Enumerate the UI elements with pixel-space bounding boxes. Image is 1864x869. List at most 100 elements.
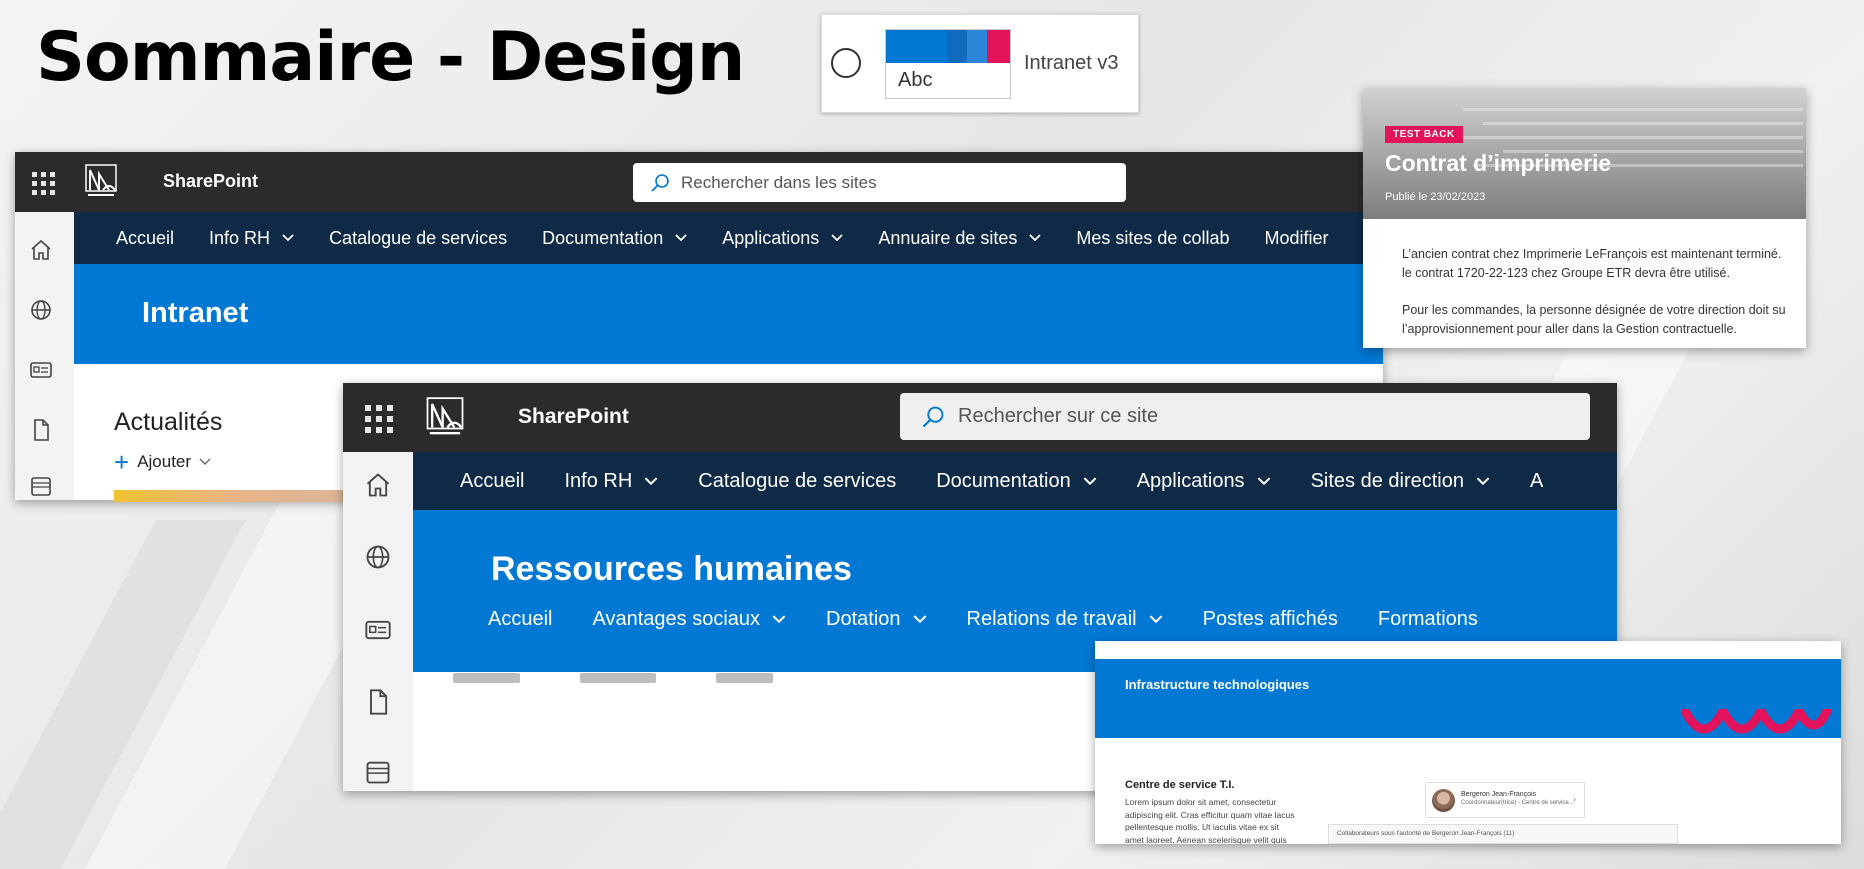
chevron-down-icon xyxy=(1257,476,1270,485)
nav-label: Accueil xyxy=(460,469,525,492)
site-nav-item-accueil[interactable]: Accueil xyxy=(488,608,552,631)
person-name: Bergeron Jean-François xyxy=(1461,791,1537,798)
home-icon[interactable] xyxy=(364,471,392,499)
nav-item-truncated[interactable]: A xyxy=(1530,470,1543,493)
nav-item-catalogue[interactable]: Catalogue de services xyxy=(698,470,896,493)
suite-header: SharePoint Rechercher sur ce site xyxy=(343,383,1617,452)
nav-item-applications[interactable]: Applications xyxy=(722,228,843,249)
search-box[interactable]: Rechercher sur ce site xyxy=(900,393,1590,440)
radio-button[interactable] xyxy=(831,48,861,78)
suite-header: SharePoint Rechercher dans les sites xyxy=(15,152,1383,212)
add-news-label: Ajouter xyxy=(137,452,192,471)
section-text: Lorem ipsum dolor sit amet, consectetur … xyxy=(1125,797,1295,844)
brand-name[interactable]: SharePoint xyxy=(163,171,258,192)
site-nav-item-avantages[interactable]: Avantages sociaux xyxy=(592,608,786,631)
chevron-down-icon xyxy=(831,234,843,242)
news-paragraph: l’approvisionnement pour aller dans la G… xyxy=(1402,322,1737,336)
site-nav-label: Relations de travail xyxy=(966,608,1137,630)
slide-title: Sommaire - Design xyxy=(36,18,745,97)
chevron-down-icon xyxy=(1149,615,1162,624)
chevron-down-icon xyxy=(1476,476,1490,485)
file-icon[interactable] xyxy=(364,688,392,716)
nav-label: Catalogue de services xyxy=(698,469,897,492)
theme-name: Intranet v3 xyxy=(1024,52,1119,74)
theme-option[interactable]: Abc Intranet v3 xyxy=(821,14,1139,113)
site-nav-item-postes[interactable]: Postes affichés xyxy=(1203,608,1338,631)
city-logo-icon[interactable] xyxy=(85,164,117,205)
chevron-down-icon xyxy=(1083,476,1097,485)
site-title[interactable]: Ressources humaines xyxy=(491,550,852,589)
command-bar-partial xyxy=(453,673,773,685)
app-launcher-icon[interactable] xyxy=(32,172,55,195)
add-news-button[interactable]: + Ajouter xyxy=(114,447,211,477)
site-navigation: Accueil Avantages sociaux Dotation Relat… xyxy=(488,608,1518,631)
nav-label: Mes sites de collab xyxy=(1076,227,1230,248)
news-title: Contrat d’imprimerie xyxy=(1385,150,1612,176)
nav-item-documentation[interactable]: Documentation xyxy=(542,228,687,249)
app-launcher-icon[interactable] xyxy=(365,405,393,433)
chevron-down-icon xyxy=(675,234,687,242)
theme-color-swatch xyxy=(886,30,947,63)
chevron-down-icon xyxy=(282,234,294,242)
chevron-down-icon xyxy=(644,476,658,485)
news-icon[interactable] xyxy=(364,616,392,644)
chevron-down-icon xyxy=(1029,234,1042,242)
news-icon[interactable] xyxy=(29,358,53,382)
search-box[interactable]: Rechercher dans les sites xyxy=(633,163,1126,202)
nav-label: Modifier xyxy=(1264,227,1329,248)
globe-icon[interactable] xyxy=(364,543,392,571)
file-icon[interactable] xyxy=(29,418,53,442)
site-nav-item-relations[interactable]: Relations de travail xyxy=(967,608,1163,631)
nav-item-catalogue[interactable]: Catalogue de services xyxy=(329,228,507,249)
nav-label: Documentation xyxy=(936,469,1071,492)
section-title: Centre de service T.I. xyxy=(1125,779,1235,791)
site-title[interactable]: Infrastructure technologiques xyxy=(1125,677,1309,692)
nav-item-applications[interactable]: Applications xyxy=(1137,470,1271,493)
site-header: Infrastructure technologiques xyxy=(1095,641,1841,738)
search-placeholder: Rechercher dans les sites xyxy=(681,172,877,192)
search-placeholder: Rechercher sur ce site xyxy=(958,405,1159,427)
nav-label: Sites de direction xyxy=(1310,469,1464,492)
news-article-screenshot: TEST BACK Contrat d’imprimerie Publié le… xyxy=(1363,88,1806,348)
home-icon[interactable] xyxy=(29,238,53,262)
nav-item-documentation[interactable]: Documentation xyxy=(936,470,1097,493)
nav-item-info-rh[interactable]: Info RH xyxy=(209,228,294,249)
nav-item-annuaire[interactable]: Annuaire de sites xyxy=(878,228,1042,249)
city-logo-icon[interactable] xyxy=(425,397,465,444)
nav-item-modifier[interactable]: Modifier xyxy=(1264,228,1328,249)
plus-icon: + xyxy=(114,447,130,477)
person-role: Coordonnateur(trice) - Centre de service… xyxy=(1461,800,1574,806)
list-icon[interactable] xyxy=(29,474,53,498)
news-paragraph: Pour les commandes, la personne désignée… xyxy=(1402,303,1786,317)
wave-decoration xyxy=(1681,709,1831,734)
site-nav-item-formations[interactable]: Formations xyxy=(1378,608,1478,631)
site-title[interactable]: Intranet xyxy=(142,297,248,330)
news-paragraph: L’ancien contrat chez Imprimerie LeFranç… xyxy=(1402,247,1782,261)
search-icon xyxy=(651,173,669,192)
theme-preview: Abc xyxy=(885,29,1011,99)
nav-item-info-rh[interactable]: Info RH xyxy=(564,470,658,493)
site-nav-item-dotation[interactable]: Dotation xyxy=(826,608,927,631)
brand-name[interactable]: SharePoint xyxy=(518,405,629,429)
avatar xyxy=(1432,789,1455,812)
theme-color-swatch xyxy=(987,30,1010,63)
nav-label: Accueil xyxy=(116,227,175,248)
list-icon[interactable] xyxy=(364,758,392,786)
theme-color-swatch xyxy=(947,30,967,63)
nav-label: Info RH xyxy=(564,469,633,492)
site-nav-label: Formations xyxy=(1377,608,1478,630)
nav-item-mes-sites[interactable]: Mes sites de collab xyxy=(1076,228,1229,249)
globe-icon[interactable] xyxy=(29,298,53,322)
nav-item-accueil[interactable]: Accueil xyxy=(116,228,174,249)
infra-screenshot: Infrastructure technologiques Centre de … xyxy=(1095,641,1841,844)
nav-item-sites-direction[interactable]: Sites de direction xyxy=(1311,470,1490,493)
collaborators-bar[interactable]: Collaborateurs sous l'autorité de Berger… xyxy=(1328,824,1678,844)
nav-label: Documentation xyxy=(542,227,664,248)
nav-label: Applications xyxy=(722,227,820,248)
nav-label: Applications xyxy=(1136,469,1245,492)
app-bar xyxy=(15,212,74,500)
nav-item-accueil[interactable]: Accueil xyxy=(460,470,524,493)
person-card[interactable]: Bergeron Jean-François Coordonnateur(tri… xyxy=(1425,782,1585,818)
app-bar xyxy=(343,452,413,791)
chevron-right-icon: › xyxy=(1573,794,1576,804)
